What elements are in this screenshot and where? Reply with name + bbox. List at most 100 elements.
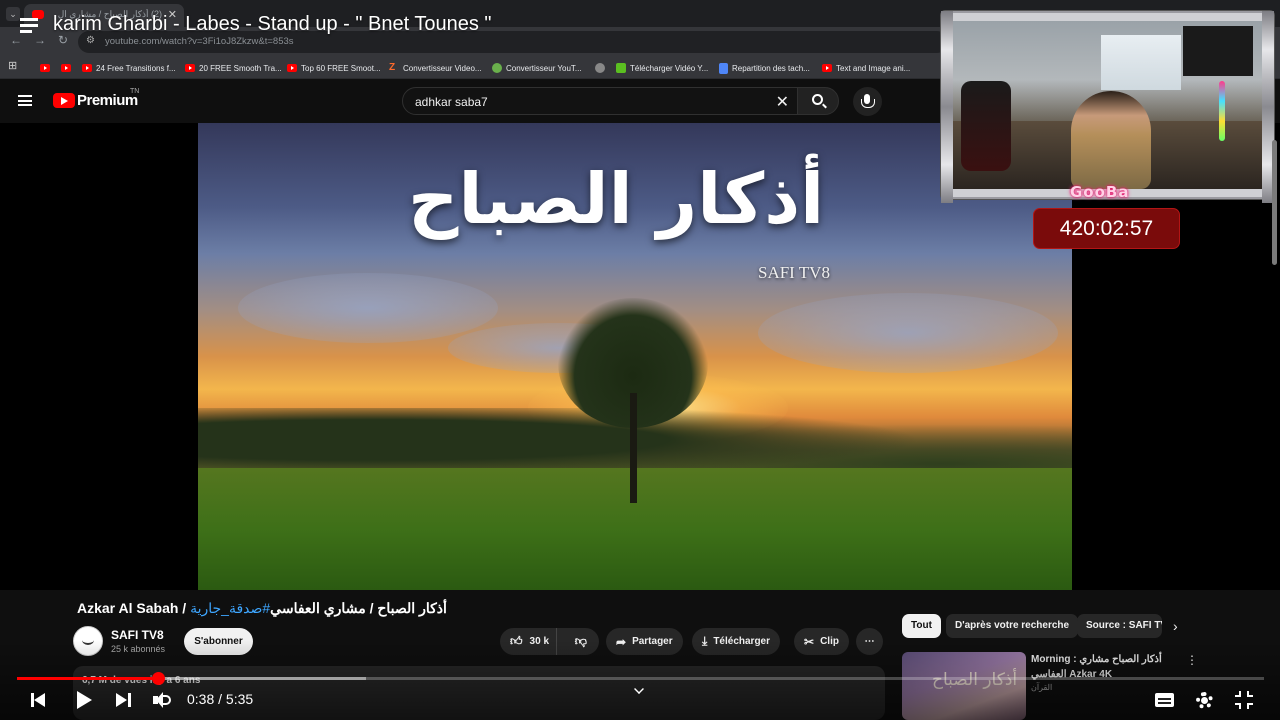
share-button[interactable]: ➦ Partager: [606, 628, 683, 655]
webcam-feed: [951, 21, 1264, 189]
bookmark-label: Text and Image ani...: [836, 63, 911, 73]
bookmark-item[interactable]: Top 60 FREE Smoot...: [287, 61, 381, 75]
settings-gear-icon[interactable]: [1196, 692, 1213, 709]
next-icon[interactable]: [116, 692, 132, 708]
bookmark-item[interactable]: Z Convertisseur Video...: [389, 61, 482, 75]
back-arrow-icon[interactable]: ←: [10, 33, 22, 47]
channel-subscribers: 25 k abonnés: [111, 644, 166, 654]
chip-all[interactable]: Tout: [902, 614, 941, 638]
bookmark-label: Télécharger Vidéo Y...: [630, 63, 709, 73]
webcam-window: [1101, 35, 1181, 90]
youtube-icon: [40, 64, 50, 72]
bookmark-label: Repartition des tach...: [732, 63, 810, 73]
voice-search-button[interactable]: [853, 87, 882, 116]
bookmark-label: Top 60 FREE Smoot...: [301, 63, 381, 73]
forward-arrow-icon[interactable]: →: [34, 33, 46, 47]
youtube-icon: [287, 64, 297, 72]
youtube-logo-icon[interactable]: [53, 93, 75, 108]
played-bar: [17, 677, 159, 680]
chip-related-search[interactable]: D'après votre recherche: [946, 614, 1079, 638]
scissors-icon: ✂: [804, 634, 815, 649]
volume-icon[interactable]: [153, 692, 173, 708]
bookmark-item[interactable]: 20 FREE Smooth Tra...: [185, 61, 282, 75]
download-icon: ⤓: [702, 634, 708, 648]
tree-trunk: [630, 393, 637, 503]
streamer-tag: GooBa: [1070, 183, 1130, 201]
like-dislike-group: 👍︎ 30 k 👎︎: [500, 628, 599, 655]
url-text[interactable]: youtube.com/watch?v=3Fi1oJ8Zkzw&t=853s: [105, 36, 294, 47]
chevron-right-icon[interactable]: ›: [1173, 618, 1178, 634]
channel-name[interactable]: SAFI TV8: [111, 628, 164, 642]
chip-source[interactable]: Source : SAFI TV8: [1077, 614, 1162, 638]
more-vertical-icon[interactable]: ⋮: [1186, 653, 1198, 667]
subscribe-button[interactable]: S'abonner: [184, 628, 253, 655]
bookmark-item[interactable]: Télécharger Vidéo Y...: [616, 61, 708, 75]
page-scrollbar[interactable]: [1272, 140, 1277, 265]
share-icon: ➦: [616, 634, 627, 649]
search-input[interactable]: adhkar saba7 ✕: [402, 87, 800, 115]
download-button[interactable]: ⤓ Télécharger: [692, 628, 781, 655]
bookmark-label: Convertisseur YouT...: [506, 63, 582, 73]
search-button[interactable]: [797, 87, 839, 115]
time-display: 0:38 / 5:35: [187, 691, 253, 707]
microphone-icon: [861, 94, 875, 108]
channel-watermark: SAFI TV8: [758, 263, 830, 282]
youtube-brand[interactable]: Premium: [77, 92, 138, 109]
recommendation-thumbnail[interactable]: أذكار الصباح: [902, 652, 1026, 720]
apps-grid-icon[interactable]: ⊞: [8, 61, 18, 72]
site-info-icon[interactable]: ⚙: [86, 35, 95, 46]
bookmark-item[interactable]: [61, 61, 71, 75]
like-button[interactable]: 👍︎ 30 k: [500, 628, 557, 655]
video-hashtag[interactable]: #صدقة_جارية: [190, 600, 270, 616]
webcam-rgb-light: [1219, 81, 1225, 141]
stream-title: karim Gharbi - Labes - Stand up - " Bnet…: [53, 13, 492, 35]
z-icon: Z: [389, 62, 396, 73]
menu-icon[interactable]: [18, 95, 32, 106]
more-actions-button[interactable]: ⋯: [856, 628, 883, 655]
youtube-icon: [61, 64, 71, 72]
download-icon: [616, 63, 626, 73]
youtube-icon: [822, 64, 832, 72]
webcam-tv: [1183, 26, 1253, 76]
region-code: TN: [130, 88, 140, 95]
bookmark-item[interactable]: Repartition des tach...: [719, 61, 810, 75]
current-time: 0:38: [187, 691, 215, 707]
subtitles-icon[interactable]: [1155, 693, 1174, 707]
cloud: [238, 273, 498, 343]
search-value[interactable]: adhkar saba7: [415, 95, 488, 109]
download-label: Télécharger: [713, 636, 771, 647]
youtube-icon: [185, 64, 195, 72]
webcam-overlay: GooBa: [941, 11, 1274, 203]
time-separator: /: [214, 691, 226, 707]
bookmark-item[interactable]: [595, 61, 605, 75]
channel-avatar[interactable]: [73, 626, 103, 656]
like-count: 30 k: [529, 636, 550, 647]
exit-fullscreen-icon[interactable]: [1235, 691, 1253, 709]
globe-icon: [595, 63, 605, 73]
clear-search-icon[interactable]: ✕: [776, 92, 789, 112]
webcam-person: [1071, 91, 1151, 189]
previous-icon[interactable]: [31, 692, 47, 708]
thumbnail-text: أذكار الصباح: [932, 670, 1018, 690]
share-label: Partager: [632, 636, 673, 647]
bookmark-item[interactable]: Convertisseur YouT...: [492, 61, 582, 75]
recommendation-channel[interactable]: القرآن: [1031, 683, 1052, 692]
stream-timer: 420:02:57: [1033, 208, 1180, 249]
thumbs-down-icon: 👎︎: [574, 634, 587, 648]
frame-ornament-left: [941, 11, 953, 203]
thumbs-up-icon: 👍︎: [510, 634, 523, 648]
bookmark-item[interactable]: [40, 61, 50, 75]
clip-button[interactable]: ✂ Clip: [794, 628, 849, 655]
progress-bar[interactable]: [17, 672, 1264, 685]
bookmark-item[interactable]: Text and Image ani...: [822, 61, 910, 75]
bookmark-item[interactable]: 24 Free Transitions f...: [82, 61, 176, 75]
clip-label: Clip: [820, 636, 839, 647]
play-icon[interactable]: [75, 690, 95, 710]
video-title: Azkar Al Sabah / أذكار الصباح / مشاري ال…: [77, 600, 447, 617]
bookmark-label: 24 Free Transitions f...: [96, 63, 176, 73]
doc-icon: [719, 62, 728, 74]
webcam-chair: [961, 81, 1011, 171]
more-horizontal-icon: ⋯: [864, 636, 875, 647]
tab-search-button[interactable]: ⌄: [6, 7, 20, 21]
dislike-button[interactable]: 👎︎: [563, 634, 599, 649]
